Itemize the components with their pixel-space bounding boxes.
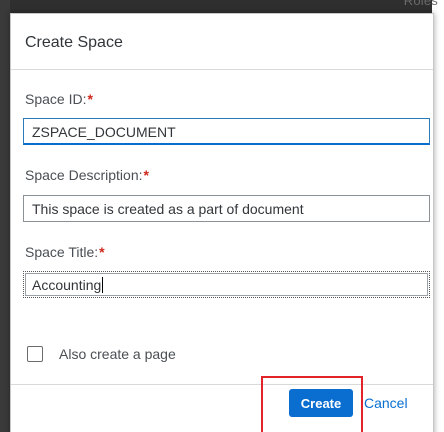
also-create-page-checkbox[interactable] — [27, 346, 43, 362]
space-title-label: Space Title:* — [25, 244, 105, 260]
space-id-label-text: Space ID: — [25, 91, 87, 107]
space-title-value: Accounting — [32, 277, 102, 293]
background-fragment-text: Roles — [403, 0, 438, 8]
cancel-button[interactable]: Cancel — [360, 389, 412, 417]
space-description-label-text: Space Description: — [25, 167, 143, 183]
space-title-label-text: Space Title: — [25, 244, 99, 260]
required-marker: * — [143, 167, 149, 183]
space-description-value: This space is created as a part of docum… — [32, 201, 304, 217]
also-create-page-label: Also create a page — [59, 346, 176, 362]
text-cursor — [102, 277, 104, 293]
create-space-dialog: Create Space Space ID:* ZSPACE_DOCUMENT … — [10, 13, 434, 432]
space-id-label: Space ID:* — [25, 91, 93, 107]
space-id-input[interactable]: ZSPACE_DOCUMENT — [23, 118, 430, 145]
dialog-title: Create Space — [11, 14, 433, 70]
background-overlay-left — [0, 0, 10, 432]
required-marker: * — [87, 91, 93, 107]
space-description-input[interactable]: This space is created as a part of docum… — [23, 195, 430, 222]
required-marker: * — [99, 244, 105, 260]
create-button[interactable]: Create — [289, 389, 353, 417]
space-title-input[interactable]: Accounting — [23, 271, 430, 298]
space-id-value: ZSPACE_DOCUMENT — [32, 124, 176, 140]
also-create-page-option[interactable]: Also create a page — [27, 346, 176, 362]
screen: Roles Create Space Space ID:* ZSPACE_DOC… — [0, 0, 444, 432]
space-description-label: Space Description:* — [25, 167, 149, 183]
